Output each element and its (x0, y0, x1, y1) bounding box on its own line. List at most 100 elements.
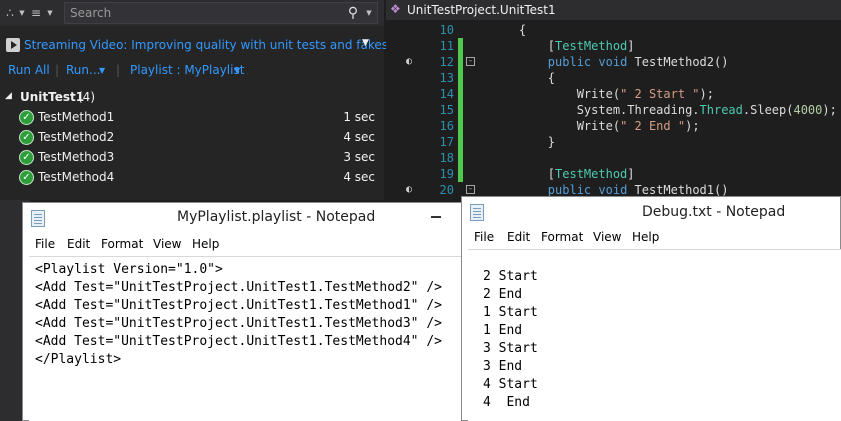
code-line: 18 (386, 150, 841, 166)
notepad-text-area[interactable]: <Playlist Version="1.0"> <Add Test="Unit… (29, 256, 463, 421)
menu-file[interactable]: File (35, 237, 55, 251)
code-text: [TestMethod] (547, 167, 635, 181)
code-line: 11 [TestMethod] (386, 38, 841, 54)
test-group-count: (4) (78, 90, 95, 104)
run-link[interactable]: Run... (66, 63, 100, 77)
test-group-row[interactable]: ◢ UnitTest1 (4) (0, 88, 384, 108)
playlist-link[interactable]: Playlist : MyPlaylist (130, 63, 244, 77)
debug-notepad-window: Debug.txt - Notepad File Edit Format Vie… (461, 196, 841, 421)
video-link-row: Streaming Video: Improving quality with … (0, 34, 388, 56)
change-marker (458, 150, 463, 166)
line-number: 10 (439, 23, 454, 37)
window-title: MyPlaylist.playlist - Notepad (177, 209, 376, 225)
collapse-icon[interactable]: - (466, 57, 475, 66)
streaming-video-link[interactable]: Streaming Video: Improving quality with … (24, 38, 388, 52)
menu-format[interactable]: Format (101, 237, 143, 251)
class-icon: ❖ (390, 2, 401, 16)
chevron-down-icon[interactable]: ▼ (363, 3, 375, 23)
text-line: 4 End (483, 395, 530, 410)
line-number: 16 (439, 119, 454, 133)
menu-view[interactable]: View (593, 230, 621, 244)
test-name: TestMethod3 (38, 150, 115, 164)
change-marker (458, 134, 463, 150)
test-name: TestMethod4 (38, 170, 115, 184)
text-line: <Add Test="UnitTestProject.UnitTest1.Tes… (35, 280, 442, 295)
menu-edit[interactable]: Edit (67, 237, 90, 251)
test-explorer-panel: ∴ ▼ ≡ ▼ ⚲ ▼ Streaming Video: Improving q… (0, 0, 388, 200)
text-line: 1 Start (483, 305, 538, 320)
text-line: 3 End (483, 359, 523, 374)
test-row[interactable]: ✓ TestMethod2 4 sec (0, 128, 384, 148)
change-marker (458, 70, 463, 86)
test-duration: 3 sec (343, 150, 375, 164)
chevron-down-icon[interactable]: ▼ (234, 66, 240, 75)
code-text: { (547, 71, 556, 85)
chevron-down-icon[interactable]: ▼ (362, 38, 369, 48)
search-box[interactable]: ⚲ ▼ (64, 2, 378, 24)
notepad-menu-bar: File Edit Format View Help (462, 227, 840, 247)
test-name: TestMethod1 (38, 110, 115, 124)
menu-format[interactable]: Format (541, 230, 583, 244)
test-group-name: UnitTest1 (20, 90, 85, 104)
code-line: 17 } (386, 134, 841, 150)
menu-view[interactable]: View (153, 237, 181, 251)
code-text: System.Threading.Thread.Sleep(4000); (576, 103, 837, 117)
notepad-icon (31, 210, 45, 227)
code-text: Write(" 2 Start "); (576, 87, 714, 101)
code-text: public void TestMethod2() (547, 55, 729, 69)
change-marker (458, 118, 463, 134)
run-all-link[interactable]: Run All (8, 63, 50, 77)
line-number: 13 (439, 71, 454, 85)
passed-check-icon: ✓ (19, 150, 34, 165)
editor-navigation-bar[interactable]: ❖ UnitTestProject.UnitTest1 (386, 0, 841, 20)
test-row[interactable]: ✓ TestMethod1 1 sec (0, 108, 384, 128)
codelens-icon[interactable]: ◐ (406, 54, 418, 70)
line-number: 11 (439, 39, 454, 53)
chevron-down-icon[interactable]: ▼ (99, 66, 105, 75)
line-number: 14 (439, 87, 454, 101)
text-line: </Playlist> (35, 352, 122, 367)
class-selector[interactable]: UnitTestProject.UnitTest1 (407, 3, 556, 17)
minimize-icon[interactable] (431, 216, 441, 218)
line-number: 17 (439, 135, 454, 149)
code-text: { (518, 23, 527, 37)
text-line: <Playlist Version="1.0"> (35, 262, 223, 277)
expand-triangle-icon[interactable]: ◢ (5, 91, 12, 101)
separator: | (116, 63, 121, 77)
search-input[interactable] (65, 3, 335, 23)
code-line: 10 { (386, 22, 841, 38)
run-toolbar: Run All | Run... ▼ | Playlist : MyPlayli… (0, 60, 384, 82)
line-number: 18 (439, 151, 454, 165)
window-title: Debug.txt - Notepad (642, 204, 786, 220)
code-text: [TestMethod] (547, 39, 635, 53)
code-line: ◐ 12 - public void TestMethod2() (386, 54, 841, 70)
test-duration: 4 sec (343, 170, 375, 184)
menu-file[interactable]: File (474, 230, 494, 244)
notepad-menu-bar: File Edit Format View Help (23, 234, 467, 254)
code-line: 15 System.Threading.Thread.Sleep(4000); (386, 102, 841, 118)
collapse-icon[interactable]: - (466, 185, 475, 194)
notepad-text-area[interactable]: 2 Start 2 End 1 Start 1 End 3 Start 3 En… (468, 249, 841, 421)
change-marker (458, 38, 463, 54)
menu-help[interactable]: Help (192, 237, 219, 251)
codelens-icon[interactable]: ◐ (406, 182, 418, 198)
text-line: 4 Start (483, 377, 538, 392)
search-icon[interactable]: ⚲ (345, 3, 361, 23)
text-line: 3 Start (483, 341, 538, 356)
code-line: 14 Write(" 2 Start "); (386, 86, 841, 102)
code-text: } (547, 135, 556, 149)
change-marker (458, 102, 463, 118)
chevron-down-icon[interactable]: ▼ (42, 4, 58, 22)
menu-edit[interactable]: Edit (507, 230, 530, 244)
notepad-title-bar[interactable]: MyPlaylist.playlist - Notepad (23, 203, 467, 233)
menu-help[interactable]: Help (632, 230, 659, 244)
text-line: <Add Test="UnitTestProject.UnitTest1.Tes… (35, 316, 442, 331)
code-line: 19 [TestMethod] (386, 166, 841, 182)
test-row[interactable]: ✓ TestMethod4 4 sec (0, 168, 384, 188)
separator: | (55, 63, 60, 77)
test-row[interactable]: ✓ TestMethod3 3 sec (0, 148, 384, 168)
code-line: 16 Write(" 2 End "); (386, 118, 841, 134)
code-area[interactable]: 10 { 11 [TestMethod] ◐ 12 - public void … (386, 20, 841, 200)
notepad-title-bar[interactable]: Debug.txt - Notepad (462, 197, 840, 227)
notepad-icon (470, 204, 484, 221)
